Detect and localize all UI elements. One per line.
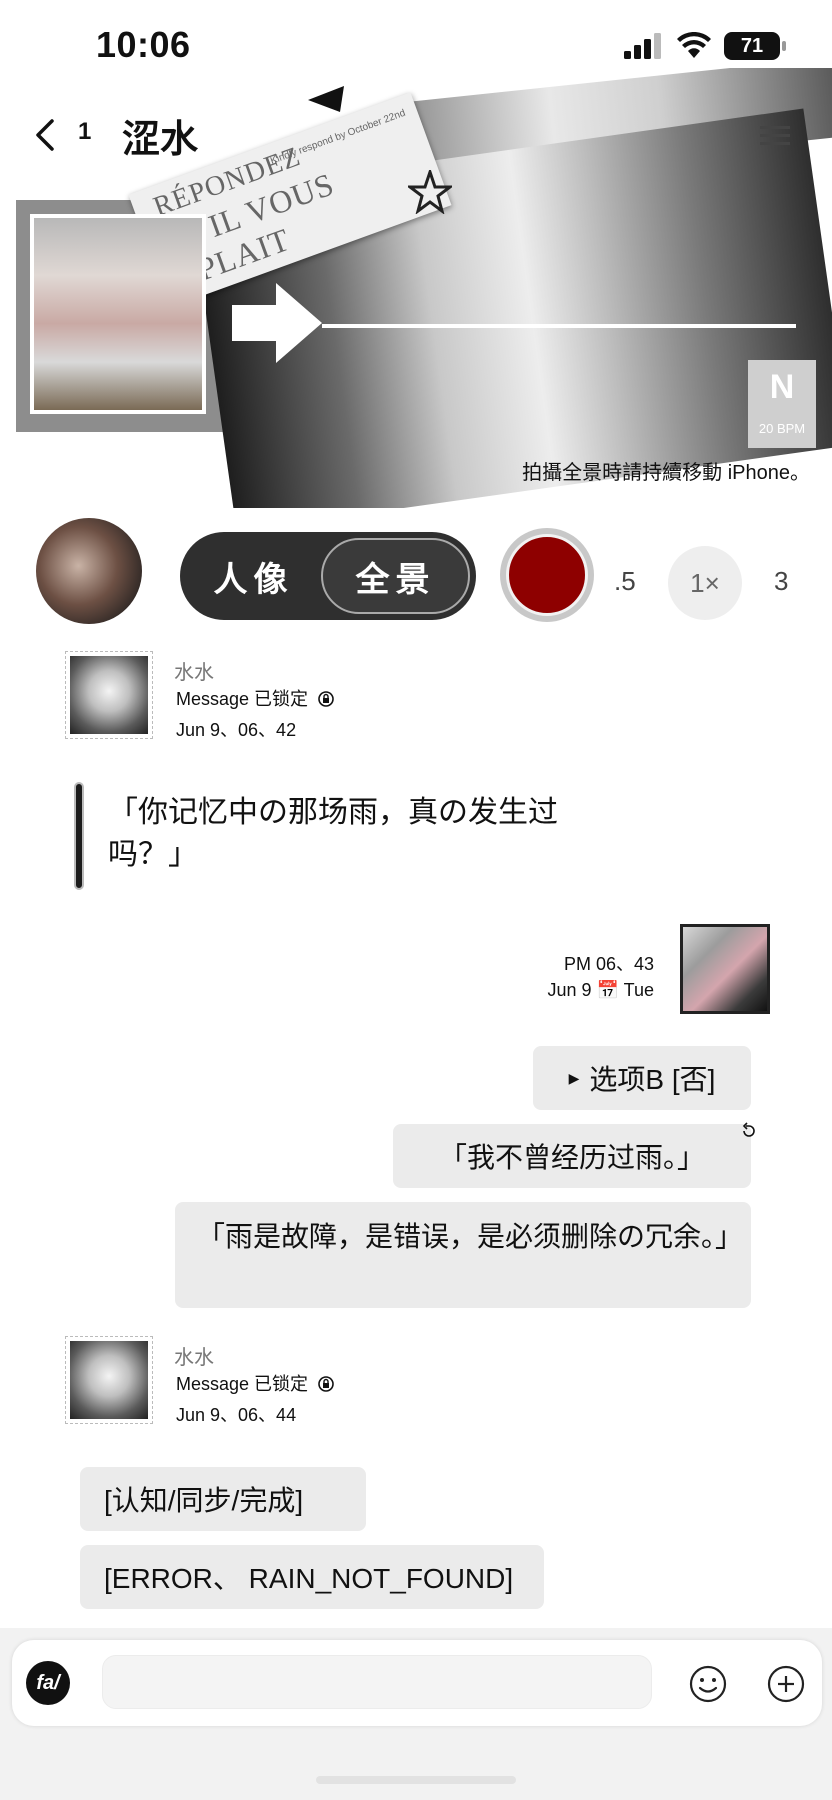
panorama-hint: 拍攝全景時請持續移動 iPhone。 — [522, 462, 810, 484]
unread-count[interactable]: 1 — [78, 118, 91, 146]
panorama-guide-line — [322, 324, 796, 328]
back-chevron-icon[interactable] — [30, 115, 62, 155]
badge-time: 20 BPM — [758, 421, 806, 436]
message-timestamp: Jun 9、06、42 — [176, 720, 297, 740]
badge-letter: N — [769, 368, 795, 406]
avatar[interactable] — [65, 651, 153, 739]
wifi-icon — [677, 32, 711, 58]
quote-bar — [74, 782, 84, 890]
status-icons: 71 — [624, 32, 786, 60]
zoom-0-5[interactable]: .5 — [614, 566, 636, 597]
message-date: Jun 9 📅 Tue — [547, 980, 654, 1000]
lock-icon — [318, 1376, 334, 1392]
shutter-inner — [506, 534, 588, 616]
status-time: 10:06 — [96, 24, 191, 65]
message-status: Message 已锁定 — [176, 1370, 335, 1396]
zoom-1x[interactable]: 1× — [668, 546, 742, 620]
lock-icon — [318, 691, 334, 707]
zoom-3[interactable]: 3 — [774, 566, 788, 597]
app-logo-icon[interactable]: fa/ — [26, 1661, 70, 1705]
plus-icon[interactable] — [766, 1664, 806, 1704]
message-time: PM 06、43 — [563, 954, 654, 974]
error-bubble[interactable]: [ERROR、 RAIN_NOT_FOUND] — [80, 1545, 544, 1609]
avatar[interactable] — [65, 1336, 153, 1424]
message-timestamp: Jun 9、06、44 — [176, 1405, 297, 1425]
star-icon — [408, 170, 452, 214]
banner-thumbnail — [30, 214, 206, 414]
my-avatar[interactable] — [680, 924, 770, 1014]
emoji-icon[interactable] — [688, 1664, 728, 1704]
photo-thumbnail[interactable] — [36, 518, 142, 624]
signal-icon — [624, 33, 661, 59]
home-indicator — [316, 1776, 516, 1784]
mode-portrait[interactable]: 人像 — [186, 552, 321, 601]
message-status-text: Message 已锁定 — [176, 689, 309, 709]
message-status-text: Message 已锁定 — [176, 1374, 309, 1394]
battery-indicator: 71 — [724, 32, 786, 60]
reply-bubble-2[interactable]: 「雨是故障，是错误，是必须删除の冗余。」 — [175, 1202, 751, 1308]
sender-name: 水水 — [174, 662, 214, 684]
option-b-text: 选项B [否] — [589, 1064, 716, 1095]
play-triangle-icon: ▶ — [568, 1069, 580, 1086]
mode-switch: 人像 全景 — [180, 532, 476, 620]
option-b-bubble[interactable]: ▶ 选项B [否] — [533, 1046, 751, 1110]
arrow-right-icon — [232, 283, 322, 363]
sender-name: 水水 — [174, 1347, 214, 1369]
undo-icon — [742, 1122, 755, 1137]
reply-bubble-1[interactable]: 「我不曾经历过雨。」 — [393, 1124, 751, 1188]
shutter-button[interactable] — [500, 528, 594, 622]
message-input[interactable] — [102, 1655, 652, 1709]
message-status: Message 已锁定 — [176, 685, 335, 711]
quote-message: 「你记忆中の那场雨，真の发生过吗？」 — [108, 796, 558, 871]
mode-panorama[interactable]: 全景 — [321, 538, 470, 614]
chat-title: 涩水 — [122, 119, 199, 161]
triangle-icon — [308, 86, 344, 112]
menu-icon[interactable] — [760, 124, 790, 146]
sync-bubble[interactable]: [认知/同步/完成] — [80, 1467, 366, 1531]
n-badge: N 20 BPM — [748, 360, 816, 448]
